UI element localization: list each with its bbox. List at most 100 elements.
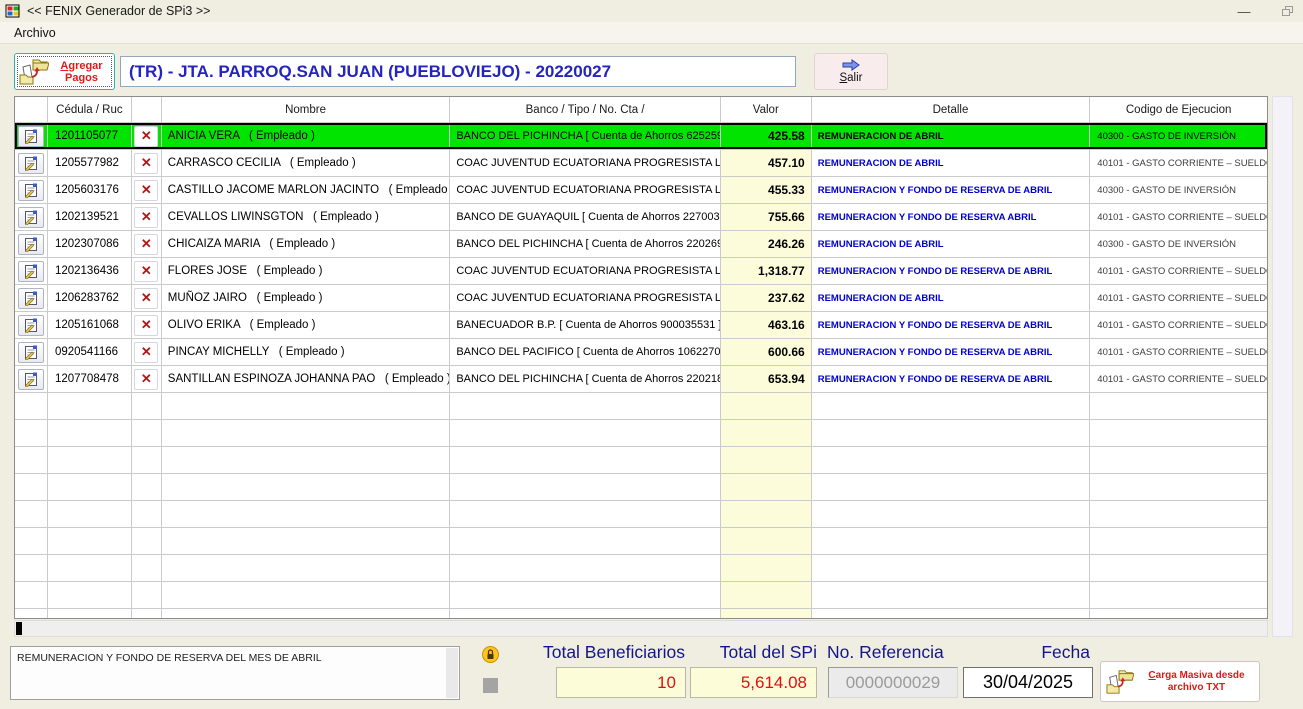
agregar-pagos-button[interactable]: Agregar Pagos [14, 53, 115, 90]
table-row[interactable]: 1202307086✕CHICAIZA MARIA ( Empleado )BA… [15, 231, 1267, 258]
table-row[interactable]: 1207708478✕SANTILLAN ESPINOZA JOHANNA PA… [15, 366, 1267, 393]
restore-button[interactable] [1272, 0, 1303, 22]
cell-banco: BANCO DE GUAYAQUIL [ Cuenta de Ahorros 2… [450, 204, 721, 230]
fecha-value[interactable]: 30/04/2025 [963, 667, 1093, 698]
empty-nombre-cell [162, 609, 451, 619]
cell-detalle: REMUNERACION DE ABRIL [812, 123, 1091, 149]
edit-row-button[interactable] [18, 315, 44, 336]
edit-row-button[interactable] [18, 234, 44, 255]
table-row[interactable]: 1205603176✕CASTILLO JACOME MARLON JACINT… [15, 177, 1267, 204]
entity-title-input[interactable] [120, 56, 796, 87]
empty-row [15, 393, 1267, 420]
edit-row-button[interactable] [18, 126, 44, 147]
horizontal-scrollbar[interactable] [14, 620, 1268, 637]
empty-valor-cell [721, 393, 812, 419]
delete-row-button[interactable]: ✕ [134, 126, 158, 147]
horizontal-scrollbar-thumb[interactable] [16, 622, 22, 635]
title-bar: << FENIX Generador de SPi3 >> [0, 0, 1303, 22]
table-row[interactable]: 1202139521✕CEVALLOS LIWINSGTON ( Emplead… [15, 204, 1267, 231]
empty-banco-cell [450, 420, 721, 446]
cell-codigo: 40101 - GASTO CORRIENTE – SUELDOS [1090, 150, 1267, 176]
cell-nombre: CASTILLO JACOME MARLON JACINTO ( Emplead… [162, 177, 451, 203]
header-nombre: Nombre [162, 97, 451, 122]
edit-row-button[interactable] [18, 342, 44, 363]
delete-row-button[interactable]: ✕ [134, 342, 158, 363]
empty-valor-cell [721, 555, 812, 581]
menu-archivo[interactable]: Archivo [10, 25, 60, 41]
grid-header-row: Cédula / Ruc NombreBanco / Tipo / No. Cta… [15, 97, 1267, 123]
header-valor: Valor [721, 97, 812, 122]
cell-detalle: REMUNERACION DE ABRIL [812, 285, 1091, 311]
edit-row-button[interactable] [18, 288, 44, 309]
empty-cedula-cell [48, 501, 132, 527]
cell-valor: 455.33 [721, 177, 812, 203]
delete-row-button[interactable]: ✕ [134, 153, 158, 174]
cell-nombre: CEVALLOS LIWINSGTON ( Empleado ) [162, 204, 451, 230]
header-banco: Banco / Tipo / No. Cta / [450, 97, 721, 122]
delete-row-button[interactable]: ✕ [134, 369, 158, 390]
table-row[interactable]: 0920541166✕PINCAY MICHELLY ( Empleado )B… [15, 339, 1267, 366]
empty-banco-cell [450, 501, 721, 527]
cell-cedula: 1206283762 [48, 285, 132, 311]
edit-row-icon [23, 156, 39, 171]
empty-nombre-cell [162, 474, 451, 500]
table-row[interactable]: 1202136436✕FLORES JOSE ( Empleado )COAC … [15, 258, 1267, 285]
delete-row-button[interactable]: ✕ [134, 207, 158, 228]
bulk-load-icon [1106, 668, 1134, 696]
delete-row-button[interactable]: ✕ [134, 234, 158, 255]
delete-cell: ✕ [132, 204, 162, 230]
gray-toggle-box[interactable] [483, 678, 498, 693]
cell-cedula: 1201105077 [48, 123, 132, 149]
delete-cell: ✕ [132, 285, 162, 311]
cell-cedula: 1205603176 [48, 177, 132, 203]
edit-row-button[interactable] [18, 207, 44, 228]
edit-row-button[interactable] [18, 153, 44, 174]
cell-valor: 237.62 [721, 285, 812, 311]
cell-codigo: 40101 - GASTO CORRIENTE – SUELDOS [1090, 312, 1267, 338]
delete-row-button[interactable]: ✕ [134, 315, 158, 336]
cell-codigo: 40101 - GASTO CORRIENTE – SUELDOS [1090, 285, 1267, 311]
edit-row-icon [23, 237, 39, 252]
salir-button[interactable]: Salir [814, 53, 888, 90]
cell-detalle: REMUNERACION Y FONDO DE RESERVA DE ABRIL [812, 339, 1091, 365]
empty-edit-cell [15, 393, 48, 419]
edit-row-button[interactable] [18, 369, 44, 390]
cell-cedula: 1207708478 [48, 366, 132, 392]
edit-row-icon [23, 264, 39, 279]
edit-row-icon [23, 183, 39, 198]
empty-detalle-cell [812, 609, 1091, 619]
minimize-button[interactable]: — [1228, 0, 1260, 22]
empty-cedula-cell [48, 474, 132, 500]
empty-codigo-cell [1090, 528, 1267, 554]
empty-valor-cell [721, 501, 812, 527]
empty-nombre-cell [162, 582, 451, 608]
descripcion-scrollbar[interactable] [446, 648, 458, 698]
delete-row-button[interactable]: ✕ [134, 261, 158, 282]
carga-masiva-button[interactable]: Carga Masiva desde archivo TXT [1100, 661, 1260, 702]
edit-row-button[interactable] [18, 180, 44, 201]
empty-row [15, 501, 1267, 528]
table-row[interactable]: 1205577982✕CARRASCO CECILIA ( Empleado )… [15, 150, 1267, 177]
descripcion-box[interactable]: REMUNERACION Y FONDO DE RESERVA DEL MES … [10, 646, 460, 700]
table-row[interactable]: 1205161068✕OLIVO ERIKA ( Empleado )BANEC… [15, 312, 1267, 339]
empty-row [15, 528, 1267, 555]
empty-detalle-cell [812, 447, 1091, 473]
add-payments-icon [19, 57, 49, 87]
empty-valor-cell [721, 447, 812, 473]
cell-codigo: 40101 - GASTO CORRIENTE – SUELDOS [1090, 204, 1267, 230]
delete-row-button[interactable]: ✕ [134, 288, 158, 309]
total-beneficiarios-value: 10 [556, 667, 686, 698]
total-beneficiarios-label: Total Beneficiarios [510, 642, 685, 662]
cell-valor: 600.66 [721, 339, 812, 365]
empty-cedula-cell [48, 609, 132, 619]
cell-nombre: FLORES JOSE ( Empleado ) [162, 258, 451, 284]
empty-banco-cell [450, 447, 721, 473]
header-cedula: Cédula / Ruc [48, 97, 132, 122]
table-row[interactable]: 1206283762✕MUÑOZ JAIRO ( Empleado )COAC … [15, 285, 1267, 312]
edit-row-button[interactable] [18, 261, 44, 282]
delete-row-button[interactable]: ✕ [134, 180, 158, 201]
edit-cell [15, 177, 48, 203]
vertical-scrollbar[interactable] [1272, 96, 1293, 637]
empty-codigo-cell [1090, 555, 1267, 581]
table-row[interactable]: 1201105077✕ANICIA VERA ( Empleado )BANCO… [15, 123, 1267, 150]
